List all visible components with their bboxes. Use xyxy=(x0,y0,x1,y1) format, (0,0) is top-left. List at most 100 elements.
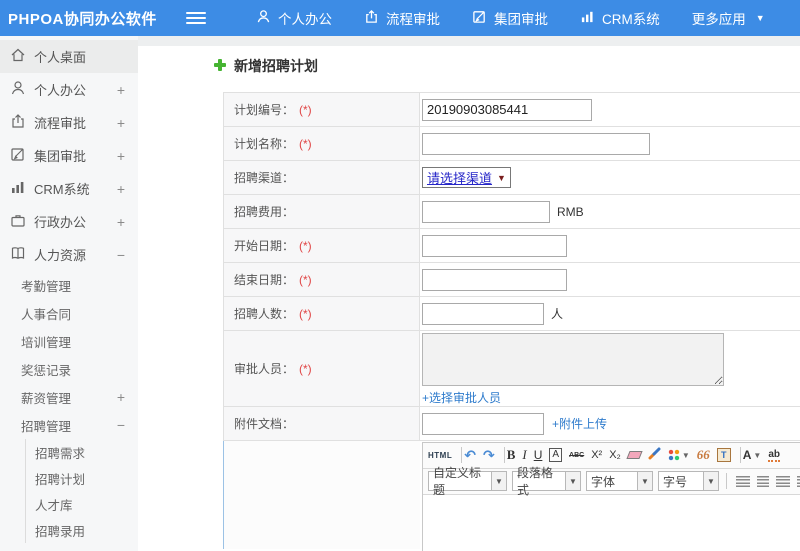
expand-toggle[interactable]: + xyxy=(117,82,125,98)
custom-title-select[interactable]: 自定义标题 ▼ xyxy=(428,466,507,497)
sidebar-item-recruit-plan[interactable]: 招聘计划 xyxy=(26,465,138,491)
sidebar-item-workflow-approval[interactable]: 流程审批 + xyxy=(0,106,138,139)
sidebar-item-label: 培训管理 xyxy=(21,335,72,350)
sidebar: 个人桌面 个人办公 + 流程审批 + 集团审批 + CRM系统 + 行政办公 + xyxy=(0,36,138,551)
font-border-button[interactable]: A xyxy=(549,448,563,462)
field-label: 开始日期： xyxy=(234,239,295,253)
sidebar-item-recruit-mgmt[interactable]: 招聘管理 − xyxy=(0,411,138,439)
form-row-approvers: 审批人员： (*) +选择审批人员 xyxy=(223,331,800,407)
topnav-label: 个人办公 xyxy=(278,12,332,27)
attachment-input[interactable] xyxy=(422,412,544,435)
form-row-cost: 招聘费用： RMB xyxy=(223,195,800,229)
sidebar-item-salary[interactable]: 薪资管理 + xyxy=(0,383,138,411)
required-mark: (*) xyxy=(299,102,312,117)
expand-toggle[interactable]: + xyxy=(117,214,125,230)
italic-button[interactable]: I xyxy=(522,447,526,463)
hamburger-menu-icon[interactable] xyxy=(186,12,206,24)
toolbar-separator xyxy=(503,447,505,463)
sidebar-item-label: 人力资源 xyxy=(34,248,87,263)
paragraph-format-select[interactable]: 段落格式 ▼ xyxy=(512,466,581,497)
end-date-input[interactable] xyxy=(422,268,567,291)
recruit-submenu: 招聘需求 招聘计划 人才库 招聘录用 xyxy=(25,439,138,543)
start-date-input[interactable] xyxy=(422,234,567,257)
channel-select[interactable]: 请选择渠道 ▼ xyxy=(422,167,511,188)
superscript-button[interactable]: X² xyxy=(591,449,602,461)
toolbar-separator xyxy=(726,473,727,489)
sidebar-item-desktop[interactable]: 个人桌面 xyxy=(0,40,138,73)
form-row-attachment: 附件文档： +附件上传 xyxy=(223,407,800,441)
bold-button[interactable]: B xyxy=(507,447,516,463)
expand-toggle[interactable]: + xyxy=(117,389,125,405)
attachment-upload-link[interactable]: +附件上传 xyxy=(552,415,607,432)
topnav-personal-office[interactable]: 个人办公 xyxy=(256,8,332,28)
font-size-select[interactable]: 字号 ▼ xyxy=(658,471,719,491)
app-logo: PHPOA协同办公软件 xyxy=(8,10,157,28)
sidebar-item-hr-contract[interactable]: 人事合同 xyxy=(0,299,138,327)
field-label: 招聘人数： xyxy=(234,307,295,321)
sidebar-item-label: 行政办公 xyxy=(34,215,87,230)
align-right-icon[interactable] xyxy=(776,475,790,487)
sidebar-item-crm[interactable]: CRM系统 + xyxy=(0,172,138,205)
content-top-strip xyxy=(138,36,800,46)
caret-down-icon: ▼ xyxy=(491,472,506,490)
font-family-select[interactable]: 字体 ▼ xyxy=(586,471,653,491)
person-icon xyxy=(256,9,278,27)
topnav-label: 流程审批 xyxy=(386,12,440,27)
topnav-more-apps[interactable]: 更多应用 ▼ xyxy=(692,8,765,28)
sidebar-item-label: 个人桌面 xyxy=(34,50,87,65)
topnav-group-approval[interactable]: 集团审批 xyxy=(472,8,548,28)
format-brush-icon[interactable] xyxy=(648,447,661,463)
sidebar-item-recruit-hire[interactable]: 招聘录用 xyxy=(26,517,138,543)
sidebar-item-group-approval[interactable]: 集团审批 + xyxy=(0,139,138,172)
home-icon xyxy=(10,47,34,66)
sidebar-item-hr[interactable]: 人力资源 − xyxy=(0,238,138,271)
align-left-icon[interactable] xyxy=(736,475,750,487)
paste-icon[interactable]: T xyxy=(716,448,731,462)
form-row-start-date: 开始日期： (*) xyxy=(223,229,800,263)
undo-icon[interactable]: ↶ xyxy=(464,447,476,464)
field-label: 招聘费用： xyxy=(234,205,295,219)
topnav-workflow-approval[interactable]: 流程审批 xyxy=(364,8,440,28)
sidebar-item-training[interactable]: 培训管理 xyxy=(0,327,138,355)
form-row-headcount: 招聘人数： (*) 人 xyxy=(223,297,800,331)
expand-toggle[interactable]: + xyxy=(117,115,125,131)
edit-icon xyxy=(10,146,34,165)
collapse-toggle[interactable]: − xyxy=(117,417,125,433)
sidebar-item-personal-office[interactable]: 个人办公 + xyxy=(0,73,138,106)
approvers-textarea[interactable] xyxy=(422,333,724,386)
collapse-toggle[interactable]: − xyxy=(117,247,125,263)
form-row-editor: HTML ↶ ↷ B I U A ABC X² X₂ ▼ 66 T A ▼ ab… xyxy=(223,441,800,551)
sidebar-item-attendance[interactable]: 考勤管理 xyxy=(0,271,138,299)
strikethrough-button[interactable]: ABC xyxy=(569,452,584,459)
plan-name-input[interactable] xyxy=(422,132,650,155)
source-code-button[interactable]: HTML xyxy=(428,451,452,460)
expand-toggle[interactable]: + xyxy=(117,148,125,164)
sidebar-item-rewards[interactable]: 奖惩记录 xyxy=(0,355,138,383)
headcount-input[interactable] xyxy=(422,302,544,325)
editor-content-area[interactable] xyxy=(423,494,800,551)
topnav-crm-system[interactable]: CRM系统 xyxy=(580,8,660,28)
color-palette-button[interactable]: ▼ xyxy=(667,449,690,461)
font-color-button[interactable]: A ▼ xyxy=(743,448,762,462)
cost-input[interactable] xyxy=(422,200,550,223)
sidebar-item-label: 个人办公 xyxy=(34,83,87,98)
caret-down-icon: ▼ xyxy=(681,450,690,460)
sidebar-item-recruit-demand[interactable]: 招聘需求 xyxy=(26,439,138,465)
highlight-button[interactable]: ab xyxy=(768,449,781,462)
sidebar-item-admin-office[interactable]: 行政办公 + xyxy=(0,205,138,238)
underline-button[interactable]: U xyxy=(534,448,543,462)
plan-number-input[interactable] xyxy=(422,98,592,121)
blockquote-button[interactable]: 66 xyxy=(697,447,710,463)
sidebar-item-label: 招聘录用 xyxy=(35,524,86,539)
topnav-label: 更多应用 xyxy=(691,12,746,27)
eraser-icon[interactable] xyxy=(626,451,643,459)
select-approvers-link[interactable]: +选择审批人员 xyxy=(422,389,501,406)
redo-icon[interactable]: ↷ xyxy=(483,447,495,464)
expand-toggle[interactable]: + xyxy=(117,181,125,197)
toolbar-separator xyxy=(461,447,463,463)
sidebar-item-talent-pool[interactable]: 人才库 xyxy=(26,491,138,517)
subscript-button[interactable]: X₂ xyxy=(609,449,621,461)
workflow-icon xyxy=(10,113,34,132)
align-center-icon[interactable] xyxy=(757,475,769,487)
sidebar-item-personnel-mgmt[interactable]: 人事管理 + xyxy=(0,543,138,551)
